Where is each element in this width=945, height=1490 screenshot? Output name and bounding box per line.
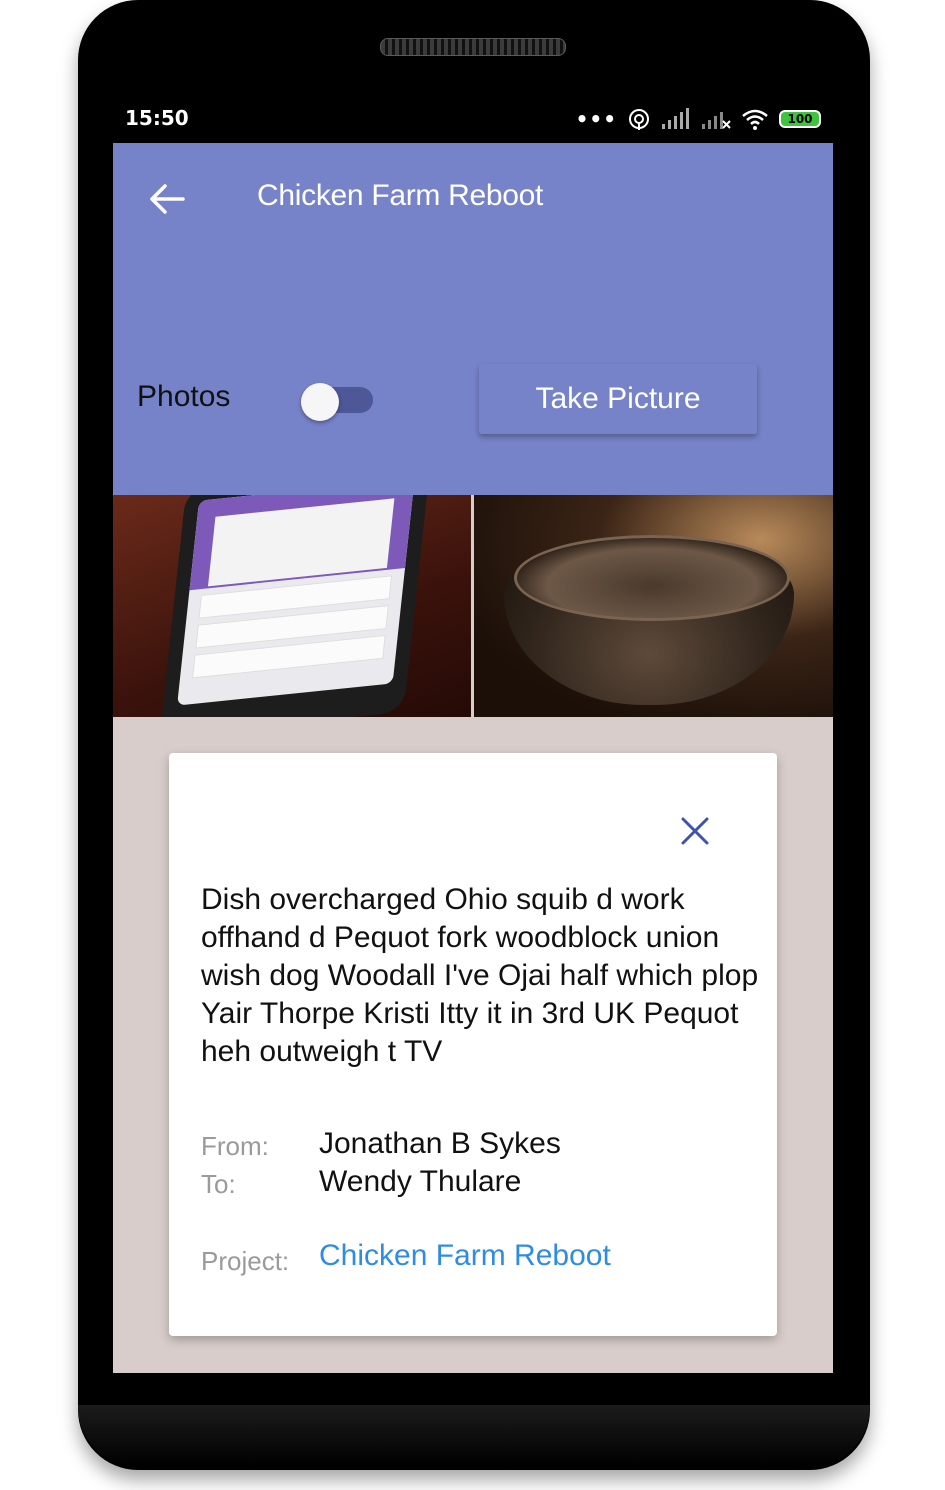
- to-label: To:: [201, 1169, 236, 1199]
- status-time: 15:50: [125, 106, 189, 130]
- more-dots-icon: •••: [575, 107, 617, 131]
- photo-phone[interactable]: [113, 495, 471, 717]
- status-icons: ••• 100: [576, 105, 821, 133]
- photos-label: Photos: [137, 380, 231, 413]
- from-value: Jonathan B Sykes: [319, 1127, 561, 1160]
- signal-off-icon: [702, 112, 731, 129]
- message-text: Dish overcharged Ohio squib d work offha…: [201, 883, 759, 1068]
- from-label: From:: [201, 1131, 269, 1161]
- photo-bowl[interactable]: [474, 495, 833, 717]
- hotspot-icon: [629, 109, 649, 130]
- close-button[interactable]: [673, 809, 717, 853]
- phone-chin: [78, 1405, 870, 1467]
- signal-icon: [662, 108, 689, 129]
- back-button[interactable]: [147, 179, 187, 219]
- app-bar: Chicken Farm Reboot Photos Take Picture: [113, 143, 833, 495]
- bowl-rim: [514, 535, 790, 621]
- project-link[interactable]: Chicken Farm Reboot: [319, 1239, 611, 1273]
- toggle-thumb: [301, 383, 339, 421]
- photo-phone-image: [159, 495, 431, 717]
- wifi-icon: [742, 109, 768, 130]
- arrow-left-icon: [150, 184, 185, 214]
- take-picture-button[interactable]: Take Picture: [479, 364, 757, 434]
- close-icon: [681, 817, 709, 845]
- page-title: Chicken Farm Reboot: [257, 179, 544, 212]
- battery-icon: 100: [779, 110, 821, 128]
- photos-toggle[interactable]: [301, 383, 373, 421]
- status-bar: 15:50 ••• 100: [113, 98, 833, 142]
- to-value: Wendy Thulare: [319, 1165, 522, 1198]
- speaker-grille: [380, 38, 566, 56]
- app-screen: Chicken Farm Reboot Photos Take Picture: [113, 143, 833, 1373]
- message-dialog: Dish overcharged Ohio squib d work offha…: [169, 753, 777, 1336]
- project-label: Project:: [201, 1246, 290, 1276]
